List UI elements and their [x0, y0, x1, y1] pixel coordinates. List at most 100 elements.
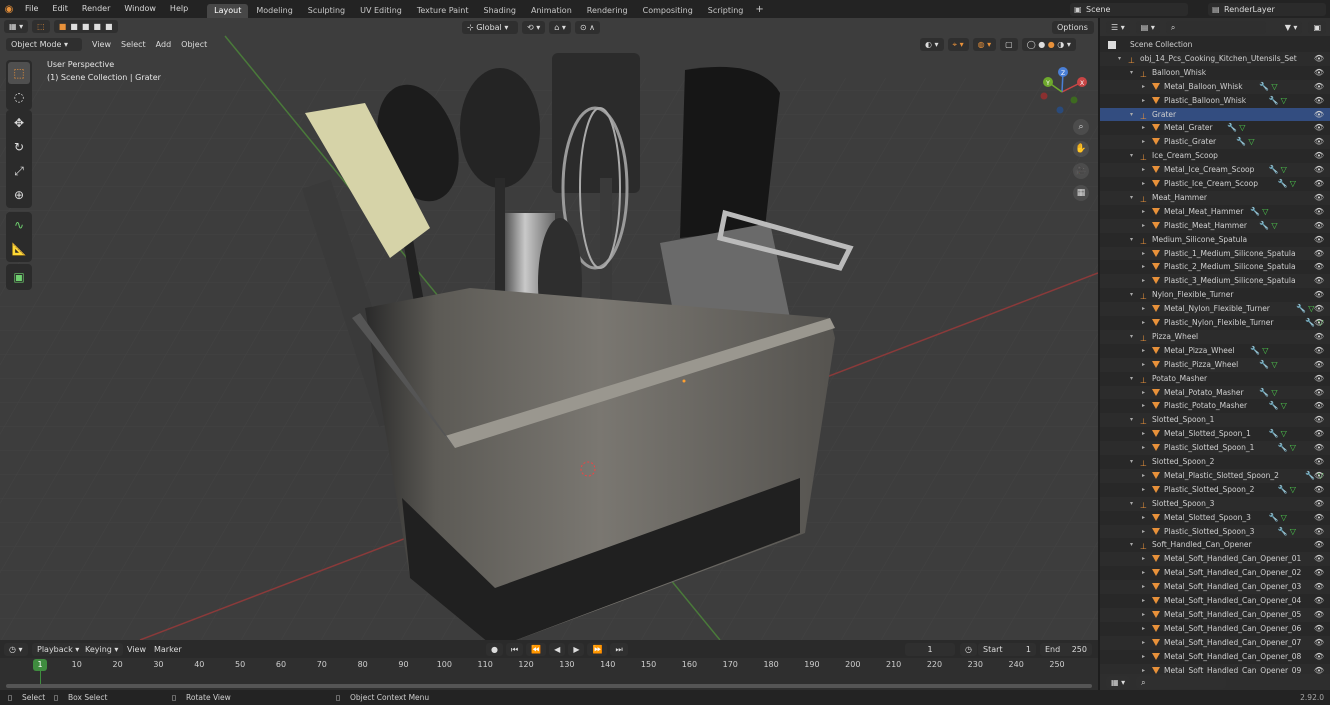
mesh-data-icon[interactable]: ▽	[1271, 219, 1277, 233]
timeline-view-menu[interactable]: View	[127, 643, 146, 656]
eye-visibility-icon[interactable]: 👁	[1314, 344, 1324, 358]
mesh-data-icon[interactable]: ▽	[1281, 163, 1287, 177]
disclosure-arrow-icon[interactable]: ▾	[1130, 191, 1133, 205]
preview-range-icon[interactable]: ◷	[960, 643, 977, 656]
filter-icon[interactable]: ▼ ▾	[1279, 20, 1303, 34]
outliner-item[interactable]: ▸ Plastic_Nylon_Flexible_Turner 🔧 ▽ 👁	[1100, 316, 1330, 330]
eye-visibility-icon[interactable]: 👁	[1314, 483, 1324, 497]
eye-visibility-icon[interactable]: 👁	[1314, 622, 1324, 636]
menu-object[interactable]: Object	[181, 38, 207, 51]
transform-orientation-select[interactable]: ⊹ Global ▾	[462, 21, 518, 34]
disclosure-arrow-icon[interactable]: ▸	[1142, 358, 1145, 372]
disclosure-arrow-icon[interactable]: ▸	[1142, 386, 1145, 400]
eye-visibility-icon[interactable]: 👁	[1314, 552, 1324, 566]
menu-file[interactable]: File	[18, 0, 45, 18]
workspace-tab-layout[interactable]: Layout	[207, 4, 249, 18]
scale-tool-icon[interactable]: ⤢	[8, 160, 30, 182]
outliner-item[interactable]: ▸ Plastic_Meat_Hammer 🔧 ▽ 👁	[1100, 218, 1330, 233]
outliner-item[interactable]: ▸ Metal_Meat_Hammer 🔧 ▽ 👁	[1100, 205, 1330, 219]
disclosure-arrow-icon[interactable]: ▾	[1130, 149, 1133, 163]
modifier-wrench-icon[interactable]: 🔧	[1236, 135, 1246, 149]
outliner-item[interactable]: ▾ ⊥ Medium_Silicone_Spatula 👁	[1100, 233, 1330, 247]
eye-visibility-icon[interactable]: 👁	[1314, 260, 1324, 274]
timeline-area[interactable]: 1 10 20 30 40 50 60 70 80 90 100 110 120 130 140 150 160…	[0, 658, 1098, 690]
eye-visibility-icon[interactable]: 👁	[1314, 52, 1324, 66]
outliner-item[interactable]: ▸ Plastic_Grater 🔧 ▽ 👁	[1100, 135, 1330, 150]
eye-visibility-icon[interactable]: 👁	[1314, 191, 1324, 205]
display-mode-select[interactable]: ▤ ▾	[1135, 20, 1160, 34]
select-box-tool-icon[interactable]: ⬚	[8, 62, 30, 84]
mesh-data-icon[interactable]: ▽	[1262, 205, 1268, 219]
outliner-item[interactable]: ▸ Plastic_Slotted_Spoon_2 🔧 ▽ 👁	[1100, 483, 1330, 497]
disclosure-arrow-icon[interactable]: ▾	[1130, 413, 1133, 427]
3d-viewport[interactable]: User Perspective (1) Scene Collection | …	[0, 18, 1098, 640]
disclosure-arrow-icon[interactable]: ▾	[1130, 497, 1133, 511]
outliner-item[interactable]: ▸ Metal_Slotted_Spoon_3 🔧 ▽ 👁	[1100, 511, 1330, 525]
eye-visibility-icon[interactable]: 👁	[1314, 372, 1324, 386]
outliner-item[interactable]: ▾ ⊥ Grater 👁	[1100, 107, 1330, 122]
outliner-item[interactable]: ▾ ⊥ Slotted_Spoon_3 👁	[1100, 496, 1330, 511]
visibility-icon[interactable]: ◐ ▾	[920, 38, 944, 51]
mesh-data-icon[interactable]: ▽	[1290, 483, 1296, 497]
outliner-editor-type[interactable]: ☰ ▾	[1106, 20, 1130, 34]
outliner-item[interactable]: ▸ Metal_Balloon_Whisk 🔧 ▽ 👁	[1100, 79, 1330, 94]
transform-tool-icon[interactable]: ⊕	[8, 184, 30, 206]
perspective-grid-icon[interactable]: ▦	[1073, 185, 1089, 201]
workspace-tab-scripting[interactable]: Scripting	[701, 4, 751, 18]
eye-visibility-icon[interactable]: 👁	[1314, 66, 1324, 80]
outliner-item[interactable]: ▸ Metal_Soft_Handled_Can_Opener_04 👁	[1100, 594, 1330, 608]
disclosure-arrow-icon[interactable]: ▸	[1142, 441, 1145, 455]
mesh-data-icon[interactable]: ▽	[1290, 441, 1296, 455]
move-tool-icon[interactable]: ✥	[8, 112, 30, 134]
rotate-tool-icon[interactable]: ↻	[8, 136, 30, 158]
outliner-item[interactable]: ▸ Plastic_Pizza_Wheel 🔧 ▽ 👁	[1100, 357, 1330, 372]
outliner-item[interactable]: ▸ Metal_Soft_Handled_Can_Opener_05 👁	[1100, 607, 1330, 622]
eye-visibility-icon[interactable]: 👁	[1314, 525, 1324, 539]
start-frame-field[interactable]: Start 1	[978, 643, 1036, 656]
cursor-tool-icon[interactable]: ◌	[8, 86, 30, 108]
select-mode-icon[interactable]: ⬚	[32, 20, 50, 33]
navigation-gizmo[interactable]: X Z Y	[1036, 64, 1092, 120]
eye-visibility-icon[interactable]: 👁	[1314, 149, 1324, 163]
outliner-search-field[interactable]: ⌕	[1165, 20, 1266, 34]
measure-tool-icon[interactable]: 📐	[8, 238, 30, 260]
eye-visibility-icon[interactable]: 👁	[1314, 566, 1324, 580]
eye-visibility-icon[interactable]: 👁	[1314, 94, 1324, 108]
eye-visibility-icon[interactable]: 👁	[1314, 413, 1324, 427]
render-layer-selector[interactable]: ▤ RenderLayer	[1208, 2, 1326, 16]
mesh-data-icon[interactable]: ▽	[1290, 525, 1296, 539]
outliner-item[interactable]: ▸ Plastic_Balloon_Whisk 🔧 ▽ 👁	[1100, 94, 1330, 108]
outliner-item[interactable]: ▸ Metal_Ice_Cream_Scoop 🔧 ▽ 👁	[1100, 163, 1330, 177]
timeline-scrollbar[interactable]	[6, 684, 1092, 688]
eye-visibility-icon[interactable]: 👁	[1314, 288, 1324, 302]
keying-menu[interactable]: Keying ▾	[80, 643, 124, 656]
zoom-icon[interactable]: ⌕	[1073, 119, 1089, 135]
outliner-item[interactable]: ▸ Plastic_3_Medium_Silicone_Spatula 👁	[1100, 274, 1330, 289]
disclosure-arrow-icon[interactable]: ▸	[1142, 94, 1145, 108]
disclosure-arrow-icon[interactable]: ▸	[1142, 205, 1145, 219]
outliner-item[interactable]: ▾ ⊥ Potato_Masher 👁	[1100, 372, 1330, 386]
eye-visibility-icon[interactable]: 👁	[1314, 163, 1324, 177]
eye-visibility-icon[interactable]: 👁	[1314, 274, 1324, 288]
eye-visibility-icon[interactable]: 👁	[1314, 121, 1324, 135]
disclosure-arrow-icon[interactable]: ▸	[1142, 80, 1145, 94]
pan-hand-icon[interactable]: ✋	[1073, 141, 1089, 157]
mesh-data-icon[interactable]: ▽	[1271, 80, 1277, 94]
play-reverse-icon[interactable]: ◀	[549, 643, 566, 656]
outliner-item[interactable]: ▸ Metal_Nylon_Flexible_Turner 🔧 ▽ 👁	[1100, 302, 1330, 316]
outliner-item[interactable]: ▸ Plastic_Slotted_Spoon_1 🔧 ▽ 👁	[1100, 441, 1330, 455]
outliner-item[interactable]: ▸ Metal_Soft_Handled_Can_Opener_09 👁	[1100, 663, 1330, 675]
workspace-tab-uv-editing[interactable]: UV Editing	[353, 4, 409, 18]
disclosure-arrow-icon[interactable]: ▸	[1142, 622, 1145, 636]
eye-visibility-icon[interactable]: 👁	[1314, 664, 1324, 675]
workspace-tab-compositing[interactable]: Compositing	[636, 4, 700, 18]
disclosure-arrow-icon[interactable]: ▾	[1130, 288, 1133, 302]
outliner-item[interactable]: ▾ ⊥ Slotted_Spoon_1 👁	[1100, 413, 1330, 428]
add-workspace-icon[interactable]: +	[755, 4, 763, 15]
disclosure-arrow-icon[interactable]: ▾	[1130, 108, 1133, 122]
outliner-item[interactable]: ▸ Metal_Soft_Handled_Can_Opener_03 👁	[1100, 580, 1330, 594]
outliner-item[interactable]: ▸ Plastic_Slotted_Spoon_3 🔧 ▽ 👁	[1100, 524, 1330, 539]
modifier-wrench-icon[interactable]: 🔧	[1269, 427, 1279, 441]
timeline-editor-type[interactable]: ◷ ▾	[4, 643, 28, 656]
selection-mode-buttons[interactable]: ■ ■ ■ ■ ■	[53, 20, 118, 33]
